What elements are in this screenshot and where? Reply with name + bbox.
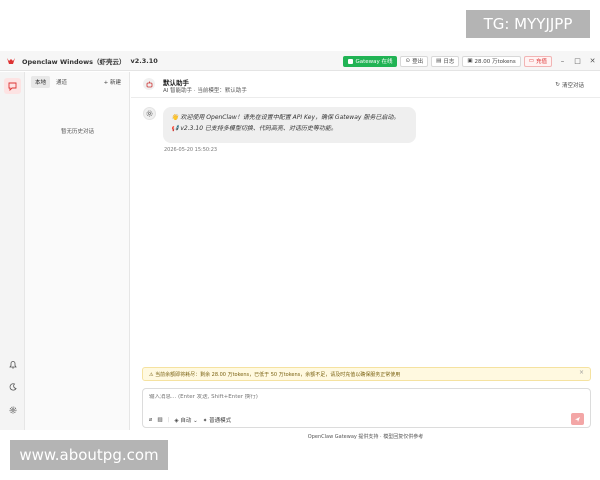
model-select[interactable]: ◈ 自动 ⌄ [174, 416, 197, 424]
sparkle-icon: ✦ [202, 418, 208, 424]
watermark-bottom: www.aboutpg.com [10, 440, 168, 470]
gear-icon [9, 406, 17, 414]
chat-bubble-icon [8, 82, 17, 91]
moon-icon [9, 383, 17, 391]
composer-toolbar: ⌀ ▨ | ◈ 自动 ⌄ ✦ 普通模式 [149, 416, 231, 424]
session-tabs: 本地 通道 [31, 76, 71, 88]
watermark-top: TG: MYYJJPP [466, 10, 590, 38]
app-window: Openclaw Windows（虾壳云） v2.3.10 Gateway 在线… [0, 51, 600, 440]
message-line: 📢 v2.3.10 已支持多模型切换、代码高亮、对话历史等功能。 [171, 125, 337, 132]
message-avatar [143, 107, 156, 120]
card-icon: ▭ [528, 58, 534, 64]
close-window-button[interactable]: ✕ [585, 57, 600, 65]
chat-header: 默认助手 AI 智能助手 · 当前模型：默认助手 ↻ 清空对话 [131, 72, 600, 98]
send-icon [575, 416, 580, 422]
claw-logo-icon [7, 57, 15, 64]
divider: | [167, 417, 170, 423]
settings-button[interactable] [8, 405, 18, 415]
icon-rail [0, 72, 25, 430]
recharge-label: 充值 [535, 59, 547, 65]
mode-select-label: 普通模式 [209, 418, 232, 424]
image-icon[interactable]: ▨ [157, 417, 162, 423]
close-warning-button[interactable]: × [579, 369, 584, 376]
assistant-message-bubble: 👋 欢迎使用 OpenClaw！请先在设置中配置 API Key，确保 Gate… [163, 107, 416, 143]
low-balance-warning: ⚠ 当前余额即将耗尽：剩余 28.00 万tokens，已低于 50 万toke… [142, 367, 591, 381]
message-line: 👋 欢迎使用 OpenClaw！请先在设置中配置 API Key，确保 Gate… [171, 114, 400, 121]
logout-button[interactable]: ⊙ 登出 [400, 55, 429, 67]
logout-label: 登出 [412, 59, 424, 65]
theme-toggle-button[interactable] [8, 382, 18, 392]
attachment-icon[interactable]: ⌀ [149, 417, 152, 423]
new-chat-button[interactable]: + 新建 [104, 78, 121, 86]
tab-local[interactable]: 本地 [31, 76, 51, 88]
wallet-icon: ▣ [467, 58, 473, 64]
chat-main: 默认助手 AI 智能助手 · 当前模型：默认助手 ↻ 清空对话 👋 欢迎使用 O… [131, 72, 600, 440]
gateway-status-label: Gateway 在线 [355, 59, 393, 65]
bell-button[interactable] [8, 359, 18, 369]
assistant-avatar [143, 78, 155, 90]
empty-history-text: 暂无历史对话 [60, 129, 94, 135]
gateway-status-badge[interactable]: Gateway 在线 [343, 55, 398, 67]
chat-nav-button[interactable] [4, 78, 21, 94]
bell-icon [9, 360, 17, 368]
assistant-subtitle: AI 智能助手 · 当前模型：默认助手 [163, 88, 247, 94]
robot-icon [146, 81, 152, 87]
log-label: 日志 [443, 59, 455, 65]
app-title: Openclaw Windows（虾壳云） [22, 57, 126, 66]
send-button[interactable] [571, 413, 584, 425]
refresh-icon: ↻ [555, 82, 560, 88]
log-button[interactable]: ▤ 日志 [431, 55, 460, 67]
document-icon: ▤ [436, 58, 442, 64]
tab-channel[interactable]: 通道 [52, 76, 71, 88]
chevron-down-icon: ⌄ [193, 418, 198, 424]
maximize-button[interactable]: □ [570, 57, 585, 65]
gear-icon [146, 110, 153, 117]
model-select-label: 自动 [180, 418, 192, 424]
footer-note: OpenClaw Gateway 提供支持 · 模型回复仅供参考 [307, 434, 424, 440]
title-bar: Openclaw Windows（虾壳云） v2.3.10 Gateway 在线… [0, 51, 600, 71]
mode-select[interactable]: ✦ 普通模式 [203, 416, 231, 424]
layers-icon: ◈ [174, 418, 179, 424]
minimize-button[interactable]: – [555, 57, 570, 65]
message-timestamp: 2026-05-20 15:50:23 [164, 147, 218, 153]
composer: ⌀ ▨ | ◈ 自动 ⌄ ✦ 普通模式 [142, 388, 591, 428]
session-panel: 本地 通道 + 新建 暂无历史对话 [25, 72, 130, 430]
tokens-button[interactable]: ▣ 28.00 万tokens [462, 55, 521, 67]
warning-text: ⚠ 当前余额即将耗尽：剩余 28.00 万tokens，已低于 50 万toke… [149, 371, 401, 378]
app-version: v2.3.10 [130, 56, 158, 65]
gateway-icon [348, 58, 354, 64]
tokens-label: 28.00 万tokens [474, 59, 516, 65]
shield-icon: ⊙ [405, 58, 411, 64]
clear-chat-button[interactable]: ↻ 清空对话 [555, 81, 584, 89]
title-bar-actions: Gateway 在线 ⊙ 登出 ▤ 日志 ▣ 28.00 万tokens ▭ 充… [343, 51, 600, 71]
message-input[interactable] [149, 394, 549, 400]
recharge-button[interactable]: ▭ 充值 [523, 55, 552, 67]
clear-chat-label: 清空对话 [561, 83, 584, 89]
